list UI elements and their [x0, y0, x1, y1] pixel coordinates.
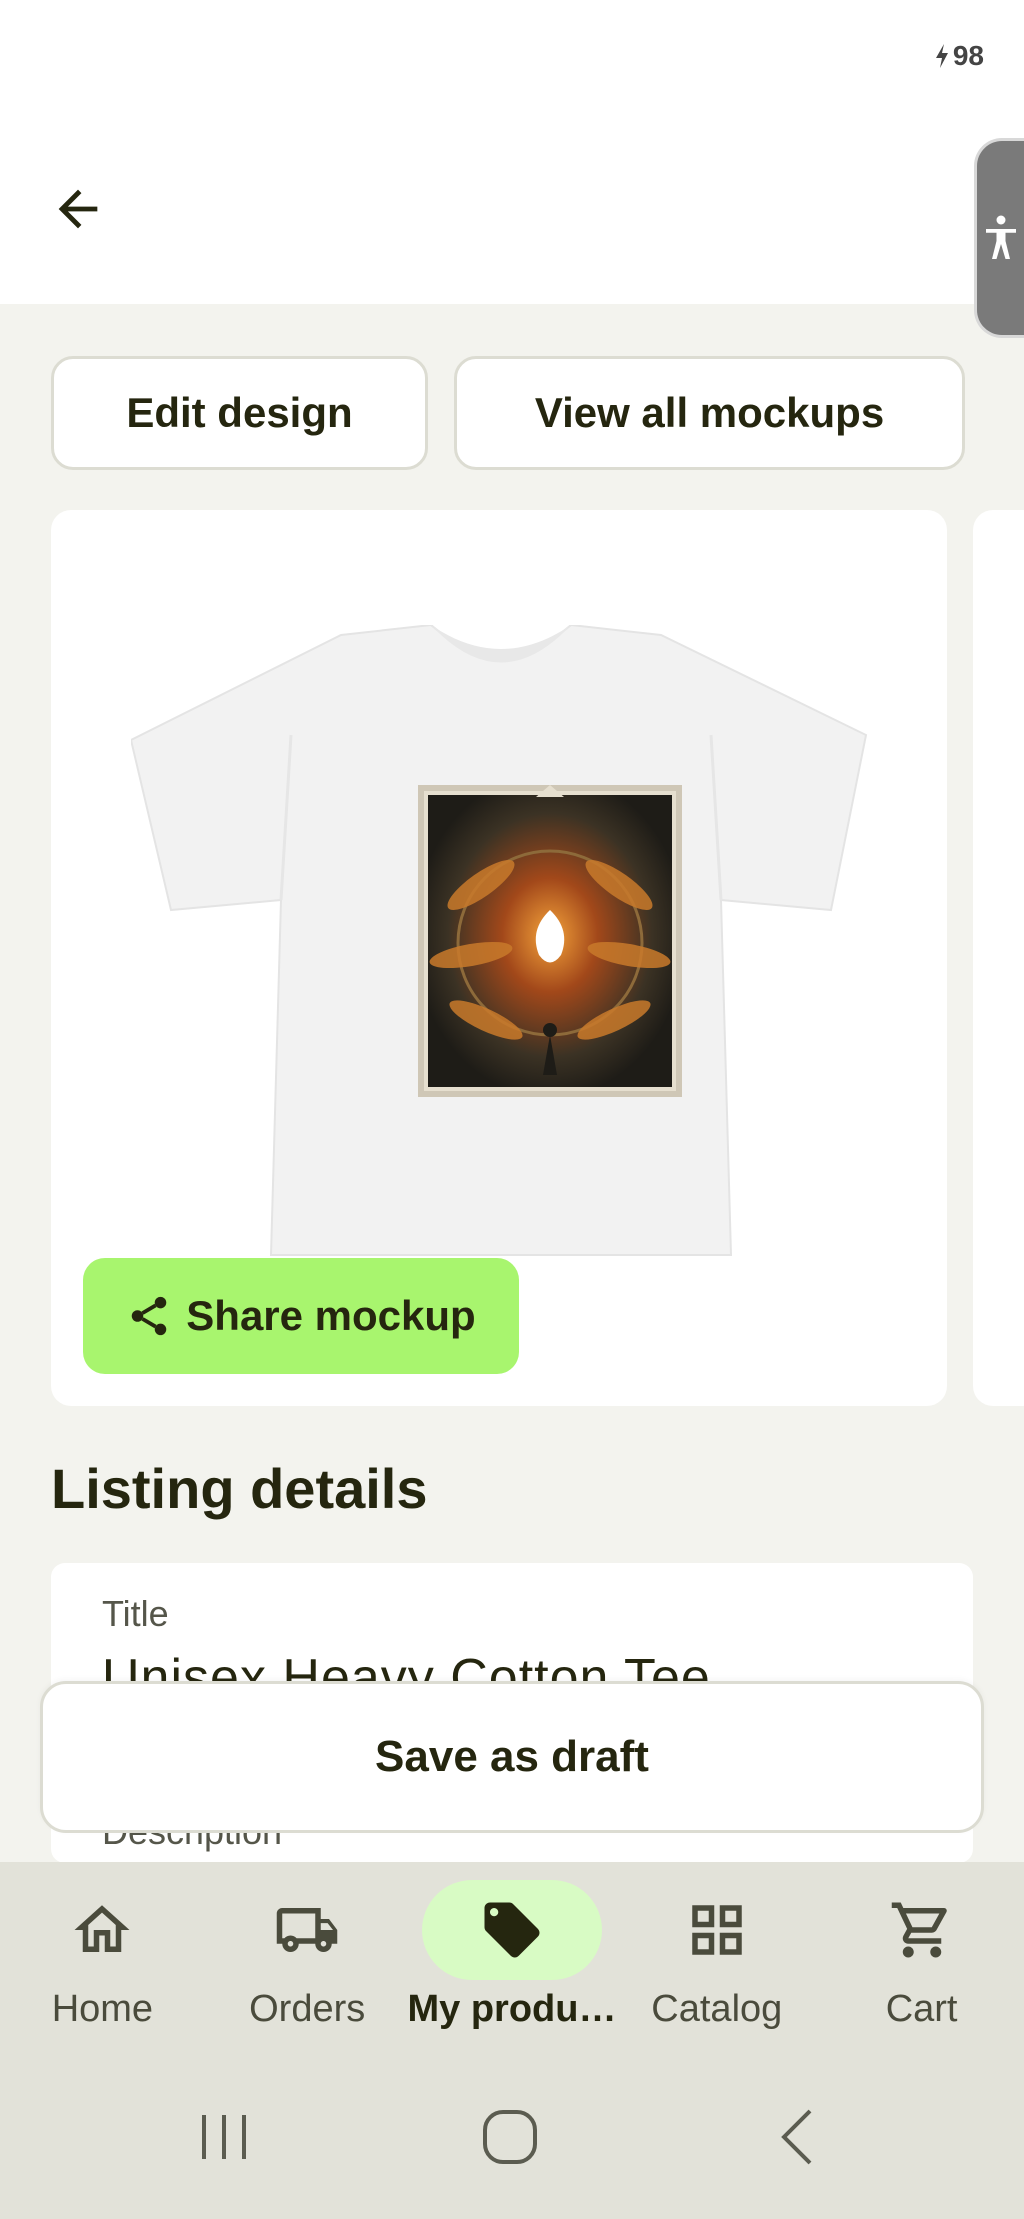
share-mockup-button[interactable]: Share mockup [83, 1258, 519, 1374]
share-mockup-label: Share mockup [186, 1292, 476, 1339]
back-button[interactable] [44, 175, 112, 243]
home-circle-icon [483, 2110, 537, 2164]
listing-details-heading: Listing details [51, 1457, 428, 1520]
tshirt-mockup-image [131, 625, 868, 1256]
cart-icon [891, 1902, 947, 1958]
nav-item-cart[interactable]: Cart [819, 1862, 1024, 2062]
nav-item-home[interactable]: Home [0, 1862, 205, 2062]
chevron-left-icon [781, 2109, 812, 2165]
nav-item-my-products[interactable]: My produ… [407, 1862, 617, 2062]
nav-label-home: Home [51, 1988, 154, 2030]
truck-icon [276, 1908, 338, 1952]
share-icon [132, 1296, 167, 1336]
nav-label-cart: Cart [885, 1988, 958, 2030]
title-field-label: Title [102, 1593, 169, 1634]
system-back-button[interactable] [770, 2102, 830, 2172]
accessibility-tab[interactable] [974, 138, 1024, 338]
home-icon [74, 1905, 130, 1952]
tag-icon [484, 1902, 540, 1958]
edit-design-button[interactable]: Edit design [51, 356, 428, 470]
nav-label-orders: Orders [249, 1988, 366, 2030]
nav-item-orders[interactable]: Orders [205, 1862, 410, 2062]
home-system-button[interactable] [480, 2102, 540, 2172]
recent-apps-button[interactable] [194, 2102, 254, 2172]
nav-label-my-products: My produ… [407, 1988, 617, 2030]
battery-level: 98 [952, 40, 984, 71]
arrow-left-icon [58, 189, 98, 229]
status-bar: 98 [0, 0, 1024, 120]
accessibility-icon [985, 215, 1016, 259]
mockup-card[interactable]: Share mockup [51, 510, 947, 1406]
nav-item-catalog[interactable]: Catalog [614, 1862, 819, 2062]
system-navigation-bar [0, 2062, 1024, 2219]
next-mockup-card[interactable] [973, 510, 1024, 1406]
save-as-draft-button[interactable]: Save as draft [40, 1681, 984, 1833]
charging-bolt-icon [935, 44, 948, 68]
battery-indicator: 98 [933, 40, 984, 72]
nav-label-catalog: Catalog [651, 1988, 783, 2030]
active-pill [421, 1880, 602, 1980]
recent-apps-icon [202, 2115, 246, 2159]
app-header [0, 120, 1024, 304]
bottom-navigation: Home Orders My produ… Catalog Cart [0, 1862, 1024, 2062]
view-all-mockups-button[interactable]: View all mockups [454, 356, 965, 470]
grid-icon [692, 1905, 742, 1955]
